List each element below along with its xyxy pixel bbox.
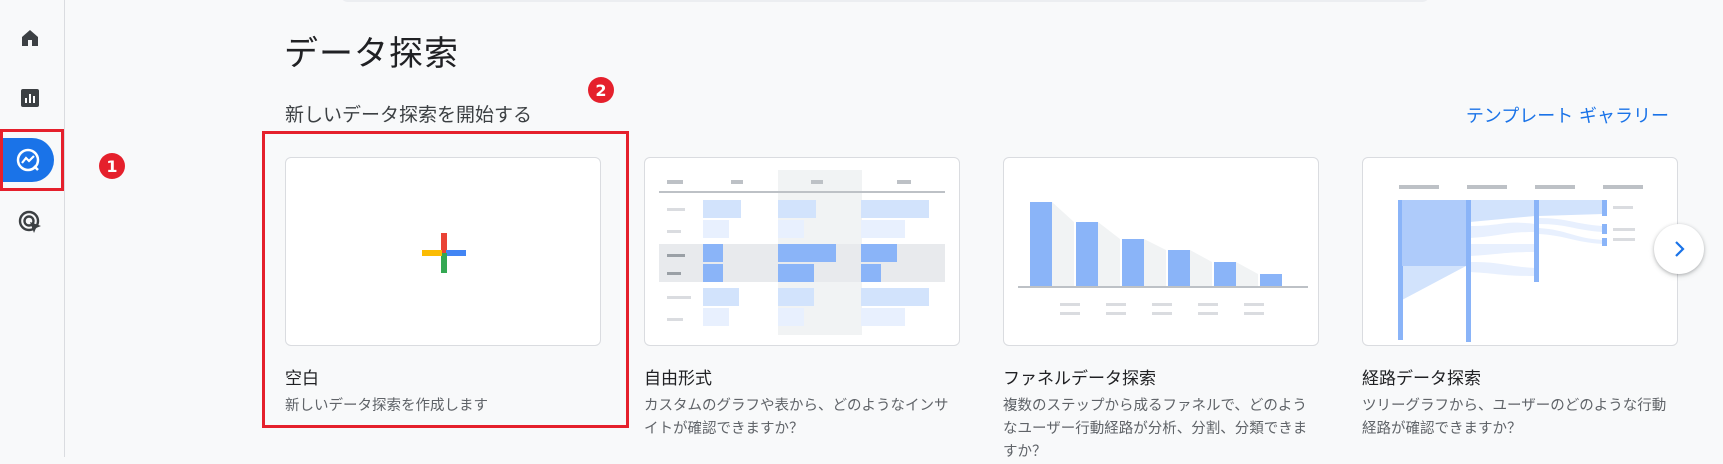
card-funnel[interactable]: ファネルデータ探索 複数のステップから成るファネルで、どのようなユーザー行動経路… (1003, 157, 1319, 464)
funnel-preview-illustration (1018, 202, 1308, 315)
card-title: 経路データ探索 (1362, 369, 1481, 389)
next-templates-button[interactable] (1654, 224, 1704, 274)
annotation-highlight-blank-card (262, 131, 629, 428)
nav-reports-button[interactable] (8, 76, 52, 120)
section-title: 新しいデータ探索を開始する (285, 104, 533, 126)
nav-home-button[interactable] (8, 16, 52, 60)
card-path[interactable]: 経路データ探索 ツリーグラフから、ユーザーのどのような行動経路が確認できますか？ (1362, 157, 1678, 441)
chevron-right-icon (1675, 241, 1685, 257)
card-title: 自由形式 (644, 369, 712, 389)
top-bar-edge (340, 0, 1430, 2)
card-title: ファネルデータ探索 (1003, 369, 1156, 389)
card-funnel-thumbnail[interactable] (1003, 157, 1319, 346)
annotation-highlight-nav (0, 129, 64, 191)
annotation-badge-2: 2 (588, 77, 614, 103)
table-preview-illustration (659, 170, 945, 335)
home-icon (22, 30, 38, 46)
ads-cursor-icon (18, 210, 41, 233)
card-free-form-thumbnail[interactable] (644, 157, 960, 346)
card-description: カスタムのグラフや表から、どのようなインサイトが確認できますか？ (644, 398, 949, 437)
nav-rail (0, 0, 65, 457)
card-free-form[interactable]: 自由形式 カスタムのグラフや表から、どのようなインサイトが確認できますか？ (644, 157, 960, 441)
page-title: データ探索 (284, 34, 459, 74)
card-path-thumbnail[interactable] (1362, 157, 1678, 346)
path-preview-illustration (1398, 185, 1643, 342)
template-gallery-link[interactable]: テンプレート ギャラリー (1466, 102, 1669, 128)
nav-advertising-button[interactable] (8, 200, 52, 244)
bar-chart-icon (21, 89, 39, 107)
card-description: ツリーグラフから、ユーザーのどのような行動経路が確認できますか？ (1362, 398, 1667, 437)
card-description: 複数のステップから成るファネルで、どのようなユーザー行動経路が分析、分割、分類で… (1003, 398, 1308, 460)
annotation-badge-1: 1 (99, 153, 125, 179)
